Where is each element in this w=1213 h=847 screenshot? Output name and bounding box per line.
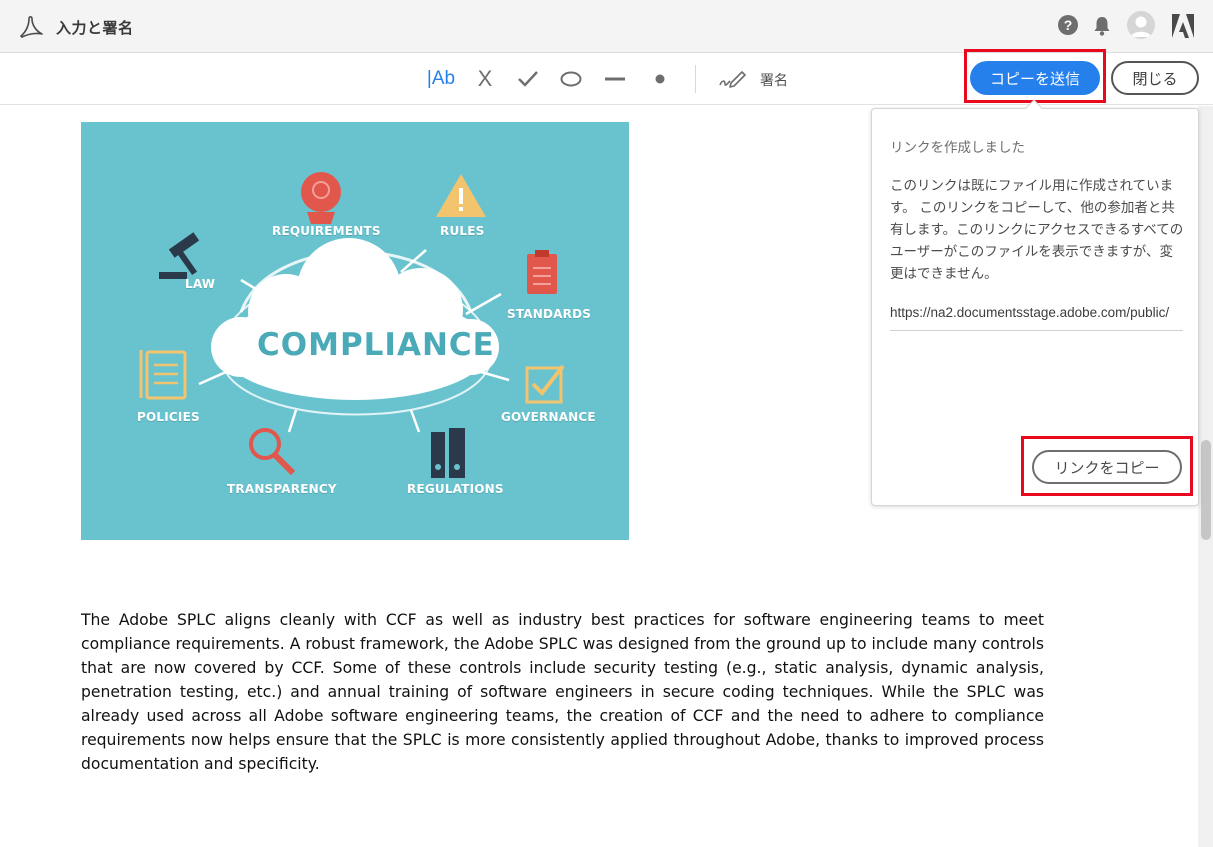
cross-tool[interactable]: X [472,66,498,92]
compliance-illustration: COMPLIANCE REQUIREMENTS RULES LAW STANDA… [81,122,629,540]
dot-icon [655,74,665,84]
signature-pen-icon [719,71,746,88]
adobe-icon[interactable] [1172,14,1194,38]
illustration-label-transparency: TRANSPARENCY [227,482,337,496]
line-tool[interactable] [601,66,629,92]
illustration-center-label: COMPLIANCE [257,327,495,363]
sign-label[interactable]: 署名 [760,70,788,90]
popover-description: このリンクは既にファイル用に作成されています。 このリンクをコピーして、他の参加… [890,178,1184,281]
app-header: 入力と署名 ? [0,0,1213,53]
illustration-label-rules: RULES [440,224,485,238]
ellipse-tool[interactable] [557,66,585,92]
sign-tool[interactable] [716,66,750,92]
add-text-tool[interactable]: |Ab [424,66,458,92]
illustration-label-regulations: REGULATIONS [407,482,504,496]
user-icon [1131,16,1151,37]
acrobat-logo-icon [20,15,43,38]
toolbar-divider [695,65,696,93]
popover-title: リンクを作成しました [890,140,1025,155]
help-icon[interactable]: ? [1058,15,1078,35]
illustration-label-policies: POLICIES [137,410,200,424]
illustration-label-standards: STANDARDS [507,307,592,321]
share-url-field[interactable]: https://na2.documentsstage.adobe.com/pub… [890,305,1183,331]
avatar[interactable] [1127,11,1155,39]
illustration-label-law: LAW [185,277,216,291]
document-paragraph: The Adobe SPLC aligns cleanly with CCF a… [81,611,1044,773]
send-copy-button[interactable]: コピーを送信 [970,61,1100,95]
app-title: 入力と署名 [56,20,134,37]
checkmark-tool[interactable] [514,66,542,92]
scrollbar-thumb[interactable] [1201,440,1211,540]
close-button[interactable]: 閉じる [1111,61,1199,95]
illustration-label-governance: GOVERNANCE [501,410,596,424]
copy-link-button[interactable]: リンクをコピー [1032,450,1182,484]
illustration-label-requirements: REQUIREMENTS [272,224,381,238]
line-icon [605,77,625,81]
ellipse-icon [560,71,582,87]
checkmark-icon [518,71,538,87]
dot-tool[interactable] [648,66,672,92]
bell-icon[interactable] [1092,15,1112,37]
